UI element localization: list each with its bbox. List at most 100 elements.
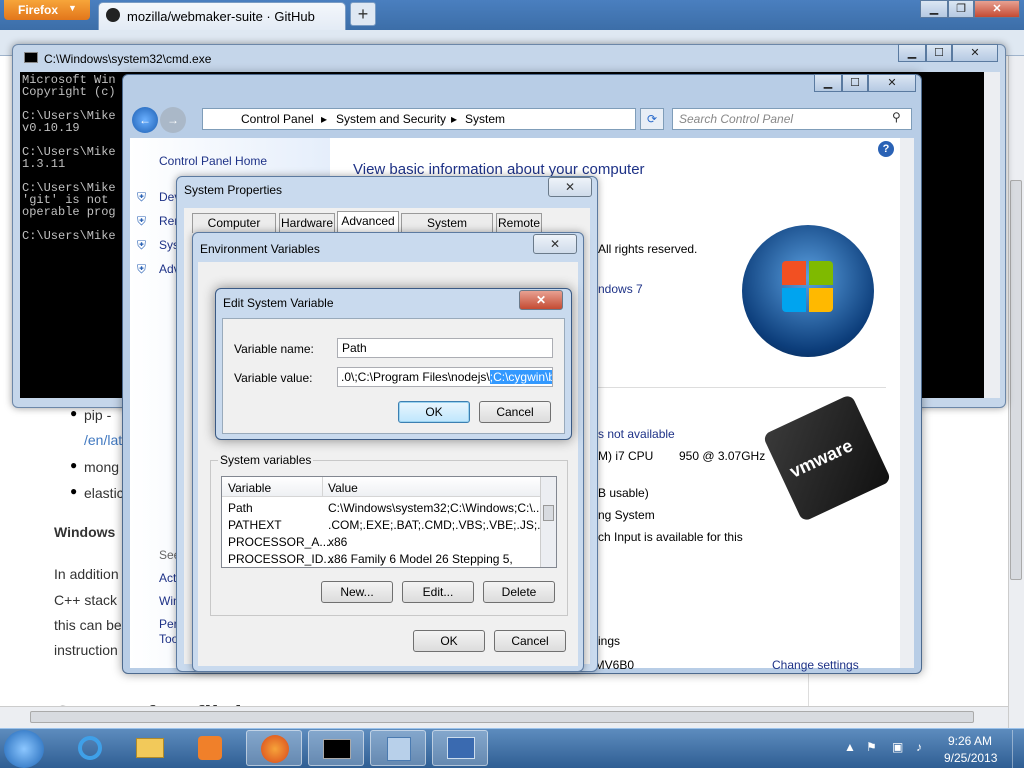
system-taskbar-button[interactable]	[432, 730, 488, 766]
cp-minimize-button[interactable]: ▁	[814, 74, 842, 92]
new-tab-button[interactable]: +	[350, 2, 376, 26]
start-button[interactable]	[4, 730, 44, 768]
variable-name-field[interactable]: Path	[337, 338, 553, 358]
cp-maximize-button[interactable]: ☐	[842, 74, 868, 92]
network-icon[interactable]: ▣	[892, 740, 903, 754]
browser-tab[interactable]: mozilla/webmaker-suite · GitHub	[98, 2, 346, 30]
forward-arrow-icon[interactable]: →	[160, 107, 186, 133]
shield-icon: ⛨	[137, 262, 147, 276]
windows-edition-link[interactable]: ndows 7	[598, 282, 643, 296]
row-value: x86	[328, 535, 348, 549]
row-value: C:\Windows\system32;C:\Windows;C:\...	[328, 501, 543, 515]
cmd-taskbar-button[interactable]	[308, 730, 364, 766]
paragraph-line: In addition	[54, 566, 119, 582]
table-row[interactable]: PROCESSOR_A... x86	[222, 533, 540, 550]
edit-close-button[interactable]: ✕	[519, 290, 563, 310]
delete-button[interactable]: Delete	[483, 581, 555, 603]
cpu-model: M) i7 CPU	[598, 449, 654, 463]
cmd-icon	[323, 739, 351, 759]
edit-cancel-button[interactable]: Cancel	[479, 401, 551, 423]
clock-time[interactable]: 9:26 AM	[948, 734, 992, 748]
tab-title: mozilla/webmaker-suite · GitHub	[127, 9, 315, 24]
ff-minimize-button[interactable]: ▁	[920, 0, 948, 18]
breadcrumb-system[interactable]: System	[465, 112, 505, 126]
breadcrumb-arrow-icon: ▸	[451, 112, 458, 126]
show-desktop-button[interactable]	[1012, 730, 1024, 768]
table-row[interactable]: PATHEXT .COM;.EXE;.BAT;.CMD;.VBS;.VBE;.J…	[222, 516, 551, 533]
firefox-menu-button[interactable]: Firefox	[4, 0, 90, 20]
tab-remote[interactable]: Remote	[496, 213, 542, 233]
breadcrumb-control-panel[interactable]: Control Panel	[241, 112, 314, 126]
rating-link[interactable]: s not available	[598, 427, 675, 441]
row-name: Path	[228, 501, 253, 515]
cp-scrollbar[interactable]	[900, 138, 914, 668]
tab-computer-name[interactable]: Computer Name	[192, 213, 276, 248]
cmd-title: C:\Windows\system32\cmd.exe	[44, 52, 212, 66]
control-panel-home-link[interactable]: Control Panel Home	[159, 154, 267, 168]
vertical-scroll-thumb[interactable]	[1010, 180, 1022, 580]
system-icon	[447, 737, 475, 759]
breadcrumb-system-security[interactable]: System and Security	[336, 112, 446, 126]
variable-value-field[interactable]: .0\;C:\Program Files\nodejs\;C:\cygwin\b…	[337, 367, 553, 387]
shield-icon: ⛨	[137, 214, 147, 228]
volume-icon[interactable]: ♪	[916, 740, 922, 754]
ff-close-button[interactable]: ✕	[974, 0, 1020, 18]
ff-restore-button[interactable]: ❐	[948, 0, 974, 18]
address-bar[interactable]: Control Panel ▸ System and Security ▸ Sy…	[202, 108, 636, 130]
tab-hardware[interactable]: Hardware	[279, 213, 335, 233]
ie-taskbar-button[interactable]	[62, 730, 118, 766]
new-button[interactable]: New...	[321, 581, 393, 603]
edit-ok-button[interactable]: OK	[398, 401, 470, 423]
action-center-flag-icon[interactable]: ⚑	[866, 740, 877, 754]
cmd-maximize-button[interactable]: ☐	[926, 44, 952, 62]
search-input[interactable]: Search Control Panel	[672, 108, 912, 130]
variable-value-selection: ;C:\cygwin\bin	[489, 370, 552, 384]
table-scroll-thumb[interactable]	[543, 505, 554, 521]
bullet-dot: ●	[70, 406, 78, 420]
ram-value: B usable)	[598, 486, 649, 500]
chevron-down-icon: ▼	[68, 3, 77, 13]
row-name: PROCESSOR_A...	[228, 535, 330, 549]
back-arrow-icon[interactable]: ←	[132, 107, 158, 133]
github-icon	[106, 8, 120, 22]
media-player-taskbar-button[interactable]	[182, 730, 238, 766]
bullet-item: mong	[84, 459, 120, 475]
edit-button[interactable]: Edit...	[402, 581, 474, 603]
cmd-minimize-button[interactable]: ▁	[898, 44, 926, 62]
horizontal-scroll-thumb[interactable]	[30, 711, 974, 723]
control-panel-taskbar-button[interactable]	[370, 730, 426, 766]
cmd-close-button[interactable]: ✕	[952, 44, 998, 62]
env-close-button[interactable]: ✕	[533, 234, 577, 254]
tab-system-protection[interactable]: System Protection	[401, 213, 493, 248]
env-ok-button[interactable]: OK	[413, 630, 485, 652]
shield-icon: ⛨	[137, 190, 147, 204]
sysprop-title: System Properties	[184, 183, 283, 197]
env-cancel-button[interactable]: Cancel	[494, 630, 566, 652]
vmware-label: vmware	[786, 435, 856, 482]
env-title: Environment Variables	[200, 242, 320, 256]
explorer-taskbar-button[interactable]	[122, 730, 178, 766]
system-variables-table[interactable]: Variable Value Path C:\Windows\system32;…	[221, 476, 557, 568]
refresh-icon[interactable]: ⟳	[640, 108, 664, 130]
cmd-scrollbar[interactable]	[984, 72, 1000, 398]
bullet-item: pip -	[84, 407, 112, 423]
row-name: PROCESSOR_ID...	[228, 552, 334, 566]
firefox-taskbar-button[interactable]	[246, 730, 302, 766]
edit-title: Edit System Variable	[223, 296, 334, 310]
table-row[interactable]: Path C:\Windows\system32;C:\Windows;C:\.…	[222, 499, 543, 516]
column-header-variable[interactable]: Variable	[228, 481, 271, 495]
column-header-value[interactable]: Value	[328, 481, 358, 495]
table-scrollbar[interactable]	[540, 477, 556, 567]
change-settings-link[interactable]: Change settings	[772, 658, 859, 672]
system-type: ng System	[598, 508, 655, 522]
doc-link[interactable]: /en/lat	[84, 432, 122, 448]
bullet-dot: ●	[70, 484, 78, 498]
help-icon[interactable]: ?	[878, 141, 894, 157]
table-row[interactable]: PROCESSOR_ID... x86 Family 6 Model 26 St…	[222, 550, 540, 567]
clock-date[interactable]: 9/25/2013	[944, 751, 997, 765]
section-heading: Windows	[54, 524, 116, 540]
sysprop-close-button[interactable]: ✕	[548, 177, 592, 197]
paragraph-line: instruction	[54, 642, 118, 658]
cp-close-button[interactable]: ✕	[868, 74, 916, 92]
show-hidden-icons-icon[interactable]: ▲	[844, 740, 856, 754]
